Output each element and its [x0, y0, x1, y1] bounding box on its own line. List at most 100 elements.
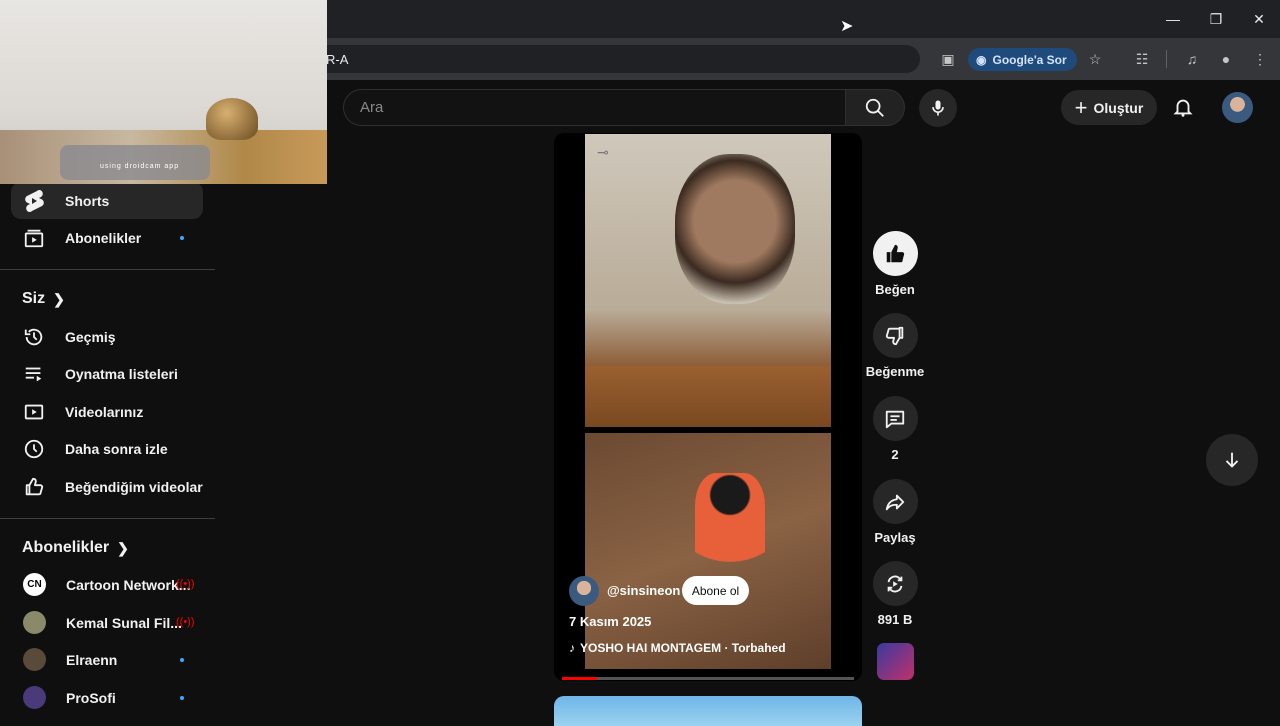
subscriptions-section-title: Abonelikler	[22, 539, 110, 556]
next-short-preview[interactable]	[554, 696, 862, 726]
bell-icon	[1173, 99, 1193, 117]
sidebar-item-liked-videos[interactable]: Beğendiğim videolar	[11, 468, 203, 505]
subscription-item[interactable]: ProSofi	[11, 679, 203, 716]
dislike-label: Beğenme	[865, 364, 925, 379]
media-control-icon[interactable]: ♫	[1182, 49, 1202, 69]
shorts-icon	[23, 189, 45, 212]
channel-avatar	[23, 611, 46, 634]
chevron-right-icon: ❯	[53, 290, 65, 307]
short-progress-bar[interactable]	[562, 677, 854, 680]
channel-name: Kemal Sunal Fil...	[66, 614, 182, 631]
microphone-icon	[932, 100, 944, 116]
next-short-button[interactable]	[1206, 434, 1258, 486]
create-button[interactable]: + Oluştur	[1061, 90, 1157, 125]
search-input[interactable]: Ara	[343, 89, 846, 126]
game-character	[695, 473, 765, 583]
short-channel-avatar[interactable]	[569, 576, 599, 606]
sidebar-divider	[0, 269, 215, 270]
google-lens-button[interactable]: ◉ Google'a Sor	[968, 48, 1077, 71]
watch-later-icon	[23, 438, 45, 460]
subscription-item[interactable]: CN Cartoon Network...	[11, 566, 203, 603]
sidebar-item-label: Videolarınız	[65, 403, 144, 420]
webcam-caption: using droidcam app	[100, 163, 180, 170]
history-icon	[23, 326, 45, 348]
remix-count: 891 B	[877, 612, 913, 627]
create-label: Oluştur	[1093, 99, 1144, 116]
video-frame-bottom	[585, 433, 831, 669]
minimize-icon[interactable]: —	[1151, 0, 1195, 38]
live-indicator-icon: ((•))	[176, 616, 195, 628]
voice-search-button[interactable]	[919, 89, 957, 127]
subscription-item[interactable]: Elraenn	[11, 641, 203, 678]
sidebar-item-watch-later[interactable]: Daha sonra izle	[11, 430, 203, 467]
comments-button[interactable]: 2	[866, 396, 924, 462]
chrome-menu-icon[interactable]: ⋮	[1250, 49, 1270, 69]
subscribe-button[interactable]: Abone ol	[682, 576, 749, 605]
capcut-icon: ⊸	[597, 144, 609, 160]
search-button[interactable]	[845, 89, 905, 126]
comments-circle	[872, 396, 918, 441]
comments-count: 2	[891, 447, 899, 462]
sidebar-item-label: Shorts	[65, 192, 110, 209]
like-label: Beğen	[875, 282, 915, 297]
notifications-button[interactable]	[1170, 94, 1196, 120]
share-button[interactable]: Paylaş	[866, 479, 924, 545]
address-bar[interactable]	[310, 45, 920, 73]
search-icon	[865, 98, 884, 117]
video-frame-top: ⊸	[585, 134, 831, 427]
sidebar-item-shorts[interactable]: Shorts	[11, 182, 203, 219]
restore-icon[interactable]: ❐	[1194, 0, 1238, 38]
remix-circle	[872, 561, 918, 606]
plus-icon: +	[1074, 94, 1088, 120]
channel-name: ProSofi	[66, 689, 116, 706]
sidebar-item-subscriptions[interactable]: Abonelikler	[11, 219, 203, 256]
chevron-right-icon: ❯	[117, 539, 129, 556]
channel-name: Elraenn	[66, 651, 118, 668]
like-circle	[872, 231, 918, 276]
profile-icon[interactable]: ●	[1216, 49, 1236, 69]
share-circle	[872, 479, 918, 524]
liked-icon	[23, 476, 45, 498]
channel-avatar	[23, 686, 46, 709]
live-indicator-icon: ((•))	[176, 578, 195, 590]
lens-icon: ◉	[976, 52, 987, 67]
sidebar-item-label: Beğendiğim videolar	[65, 478, 203, 495]
google-lens-label: Google'a Sor	[992, 52, 1067, 67]
close-icon[interactable]: ✕	[1237, 0, 1280, 38]
account-avatar[interactable]	[1222, 92, 1253, 123]
remix-icon	[887, 575, 903, 592]
you-section-header[interactable]: Siz ❯	[22, 290, 65, 308]
thumbs-up-icon	[886, 244, 905, 262]
arrow-down-icon	[1225, 452, 1239, 468]
thumbs-down-icon	[885, 326, 904, 345]
like-button[interactable]: Beğen	[866, 231, 924, 297]
new-content-dot	[180, 696, 184, 700]
bookmark-star-icon[interactable]: ☆	[1085, 49, 1105, 69]
sidebar-item-your-videos[interactable]: Videolarınız	[11, 393, 203, 430]
sidebar-item-label: Daha sonra izle	[65, 440, 168, 457]
sidebar-item-label: Geçmiş	[65, 328, 116, 345]
short-channel-name[interactable]: @sinsineon	[607, 583, 680, 598]
subscriptions-section-header[interactable]: Abonelikler ❯	[22, 539, 129, 557]
channel-name: Cartoon Network...	[66, 576, 191, 593]
remix-button[interactable]: 891 B	[866, 561, 924, 627]
dislike-circle	[872, 313, 918, 358]
sidebar-divider	[0, 518, 215, 519]
translate-icon[interactable]: ☷	[1132, 49, 1152, 69]
channel-avatar: CN	[23, 573, 46, 596]
playlist-icon	[23, 363, 45, 385]
sidebar-item-label: Abonelikler	[65, 229, 142, 246]
music-note-icon: ♪	[569, 641, 575, 655]
sidebar-item-label: Oynatma listeleri	[65, 365, 178, 382]
url-text[interactable]: R-A	[326, 52, 348, 67]
music-title: YOSHO HAI MONTAGEM · Torbahed	[580, 641, 786, 655]
mouse-cursor-icon: ➤	[840, 18, 854, 35]
sidebar-item-history[interactable]: Geçmiş	[11, 318, 203, 355]
sound-thumbnail[interactable]	[877, 643, 914, 680]
short-music[interactable]: ♪ YOSHO HAI MONTAGEM · Torbahed	[569, 641, 786, 655]
subscriptions-icon	[23, 227, 45, 249]
dislike-button[interactable]: Beğenme	[866, 313, 924, 379]
sidebar-item-playlists[interactable]: Oynatma listeleri	[11, 355, 203, 392]
install-app-icon[interactable]: ▣	[938, 49, 958, 69]
subscription-item[interactable]: Kemal Sunal Fil...	[11, 604, 203, 641]
